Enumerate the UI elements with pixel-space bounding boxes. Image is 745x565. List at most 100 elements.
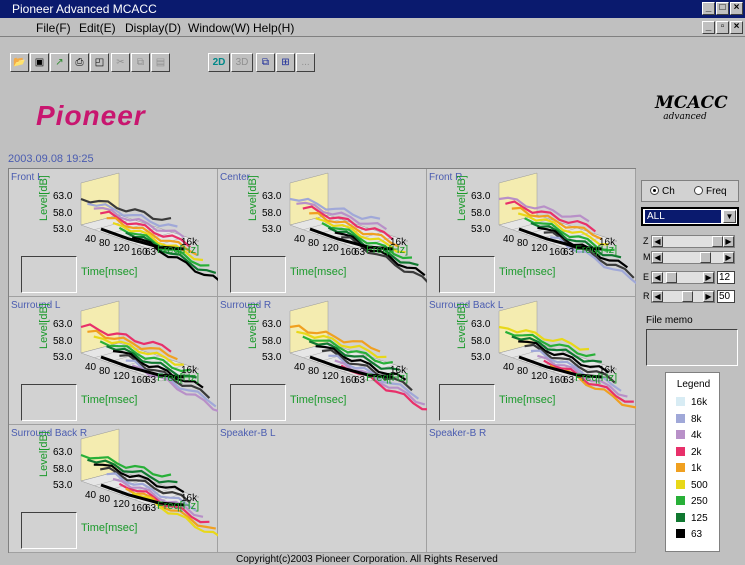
time-axis-label: Time[msec]	[81, 266, 137, 278]
channel-name: Speaker-B R	[429, 428, 487, 439]
view-2d-button[interactable]: 2D	[208, 53, 230, 72]
y-tick-label: 53.0	[53, 224, 73, 235]
legend-item: 16k	[676, 397, 707, 408]
legend-item: 2k	[676, 446, 702, 458]
arrow-left-icon[interactable]: ◀	[652, 252, 663, 263]
radio-freq-dot	[694, 186, 703, 195]
f-tick-label: 63	[563, 247, 575, 258]
arrow-right-icon[interactable]: ▶	[703, 291, 714, 302]
arrow-right-icon[interactable]: ▶	[703, 272, 714, 283]
channel-info-box	[230, 384, 286, 421]
radio-ch[interactable]: Ch	[650, 186, 675, 197]
file-memo-field[interactable]	[646, 329, 738, 366]
level-axis-label: Level[dB]	[456, 303, 468, 349]
channel-graph-cell[interactable]: Surround R Level[dB] 63.0 58.0 53.0 40 80 120 16…	[218, 297, 427, 425]
y-tick-label: 58.0	[262, 208, 282, 219]
channel-graph-cell[interactable]: Surround L Level[dB] 63.0 58.0 53.0 40 80 120 16…	[9, 297, 218, 425]
t-tick-label: 120	[113, 243, 130, 254]
maximize-button[interactable]: □	[716, 2, 729, 15]
legend-swatch	[676, 463, 685, 472]
channel-graph-cell[interactable]: Speaker-B L	[218, 425, 427, 553]
t-tick-label: 120	[113, 499, 130, 510]
channel-info-box	[439, 256, 495, 293]
time-axis-label: Time[msec]	[81, 522, 137, 534]
freq-axis-label: Freq[Hz]	[366, 244, 408, 256]
channel-select[interactable]: ALL ▼	[641, 207, 739, 226]
legend-item: 500	[676, 479, 708, 491]
mdi-minimize-button[interactable]: _	[702, 21, 715, 34]
copyright-text: Copyright(c)2003 Pioneer Corporation. Al…	[236, 554, 498, 565]
legend-label: 1k	[691, 463, 702, 474]
arrow-left-icon[interactable]: ◀	[652, 236, 663, 247]
menu-edit[interactable]: Edit(E)	[79, 21, 116, 35]
menu-window[interactable]: Window(W)	[188, 21, 250, 35]
channel-info-box	[21, 256, 77, 293]
arrow-right-icon[interactable]: ▶	[723, 236, 734, 247]
channel-graph-cell[interactable]: Surround Back R Level[dB] 63.0 58.0 53.0 40 80…	[9, 425, 218, 553]
slider-e[interactable]: ◀ ▶	[651, 271, 715, 284]
t-tick-label: 40	[85, 362, 97, 373]
slider-r-value[interactable]: 50	[717, 290, 735, 303]
legend-label: 4k	[691, 430, 702, 441]
toolbar: 📂 ▣ ↗ ⎙ ◰ ✂ ⧉ ▤ 2D 3D ⧉ ⊞ ...	[0, 37, 745, 72]
save-icon[interactable]: ▣	[30, 53, 49, 72]
t-tick-label: 120	[531, 243, 548, 254]
tile-icon[interactable]: ⊞	[276, 53, 295, 72]
window-title: Pioneer Advanced MCACC	[12, 2, 157, 16]
view-mode-group: Ch Freq	[641, 180, 739, 202]
channel-select-value: ALL	[645, 210, 721, 223]
more-button[interactable]: ...	[296, 53, 315, 72]
open-folder-icon[interactable]: 📂	[10, 53, 29, 72]
time-axis-label: Time[msec]	[290, 266, 346, 278]
slider-m-thumb[interactable]	[700, 252, 711, 263]
time-axis-label: Time[msec]	[499, 266, 555, 278]
legend-label: 2k	[691, 446, 702, 458]
copy-icon[interactable]: ⧉	[131, 53, 150, 72]
menu-help[interactable]: Help(H)	[253, 21, 294, 35]
print-icon[interactable]: ⎙	[70, 53, 89, 72]
y-tick-label: 53.0	[53, 480, 73, 491]
level-axis-label: Level[dB]	[38, 431, 50, 477]
slider-z[interactable]: ◀ ▶	[651, 235, 735, 248]
print-preview-icon[interactable]: ◰	[90, 53, 109, 72]
menu-display[interactable]: Display(D)	[125, 21, 181, 35]
t-tick-label: 120	[113, 371, 130, 382]
arrow-left-icon[interactable]: ◀	[652, 272, 663, 283]
cascade-icon[interactable]: ⧉	[256, 53, 275, 72]
mcacc-logo: MCACC advanced	[655, 93, 728, 122]
menu-file[interactable]: File(F)	[36, 21, 71, 35]
legend-label: 16k	[691, 397, 708, 408]
mdi-restore-button[interactable]: ▫	[716, 21, 729, 34]
chevron-down-icon[interactable]: ▼	[723, 210, 736, 223]
mcacc-logo-text: MCACC	[655, 93, 728, 113]
slider-r-thumb[interactable]	[682, 291, 693, 302]
close-button[interactable]: ×	[730, 2, 743, 15]
t-tick-label: 120	[322, 371, 339, 382]
graph-icon[interactable]: ↗	[50, 53, 69, 72]
channel-graph-cell[interactable]: Surround Back L Level[dB] 63.0 58.0 53.0 40 80…	[427, 297, 636, 425]
channel-graph-cell[interactable]: Speaker-B R	[427, 425, 636, 553]
arrow-left-icon[interactable]: ◀	[652, 291, 663, 302]
slider-m[interactable]: ◀ ▶	[651, 251, 735, 264]
paste-icon[interactable]: ▤	[151, 53, 170, 72]
y-tick-label: 63.0	[262, 319, 282, 330]
radio-freq[interactable]: Freq	[694, 186, 727, 197]
view-3d-button[interactable]: 3D	[231, 53, 253, 72]
minimize-button[interactable]: _	[702, 2, 715, 15]
slider-z-thumb[interactable]	[712, 236, 723, 247]
t-tick-label: 80	[99, 366, 111, 377]
slider-e-value[interactable]: 12	[717, 271, 735, 284]
menu-bar: File(F) Edit(E) Display(D) Window(W) Hel…	[0, 18, 745, 37]
mdi-close-button[interactable]: ×	[730, 21, 743, 34]
slider-r[interactable]: ◀ ▶	[651, 290, 715, 303]
slider-e-thumb[interactable]	[666, 272, 677, 283]
file-memo-label: File memo	[646, 315, 693, 326]
f-tick-label: 63	[145, 375, 157, 386]
channel-graph-cell[interactable]: Front R Level[dB] 63.0 58.0 53.0 40 80 120 160 63…	[427, 169, 636, 297]
cut-icon[interactable]: ✂	[111, 53, 130, 72]
radio-freq-label: Freq	[706, 186, 727, 197]
channel-graph-cell[interactable]: Front L Level[dB] 63.0 58.0 53.0 40 80 120 160 63…	[9, 169, 218, 297]
channel-graph-cell[interactable]: Center Level[dB] 63.0 58.0 53.0 40 80 120 160 63 1…	[218, 169, 427, 297]
channel-info-box	[21, 384, 77, 421]
arrow-right-icon[interactable]: ▶	[723, 252, 734, 263]
